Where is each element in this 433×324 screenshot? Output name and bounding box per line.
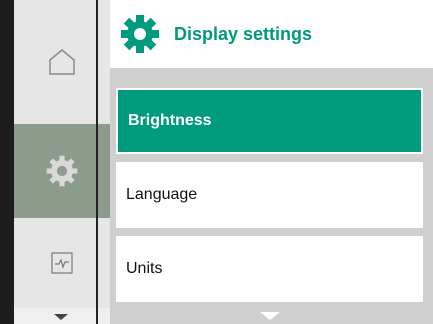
menu-item-label: Brightness [128, 112, 212, 129]
menu-item-label: Units [126, 260, 163, 277]
home-icon [49, 49, 75, 75]
menu-item-language[interactable]: Language [116, 162, 423, 228]
menu-item-label: Language [126, 186, 198, 203]
menu-list: Brightness Language Units [110, 68, 433, 324]
scroll-down-icon[interactable] [260, 312, 280, 320]
sidebar-nav [0, 0, 110, 324]
page-title: Display settings [174, 24, 313, 44]
gear-icon [46, 155, 78, 187]
menu-item-brightness[interactable]: Brightness [116, 88, 423, 154]
chevron-down-icon [54, 314, 68, 320]
monitor-graph-icon [51, 252, 73, 274]
divider [96, 0, 98, 324]
menu-item-units[interactable]: Units [116, 236, 423, 302]
left-rail [0, 0, 14, 324]
gear-icon [121, 15, 159, 53]
page-header: Display settings [110, 0, 433, 68]
